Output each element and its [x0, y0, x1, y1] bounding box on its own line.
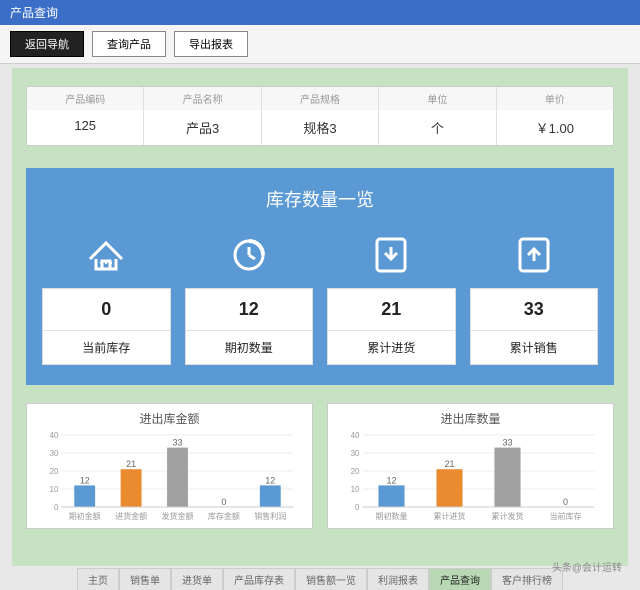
svg-text:20: 20	[351, 467, 360, 476]
back-button[interactable]: 返回导航	[10, 31, 84, 57]
chart-amount-title: 进出库金额	[35, 410, 304, 427]
stock-card-2: 21累计进货	[327, 228, 456, 365]
stock-card-0: 0当前库存	[42, 228, 171, 365]
svg-text:30: 30	[351, 449, 360, 458]
svg-text:10: 10	[351, 485, 360, 494]
svg-text:库存金额: 库存金额	[208, 511, 240, 521]
svg-text:12: 12	[265, 475, 275, 485]
chart-amount-svg: 0 10 20 30 40 12 期初金额 21 进货金额 33 发货金额 0 库存金额 12 销售利润	[35, 429, 304, 521]
svg-text:20: 20	[50, 467, 59, 476]
house-icon	[42, 228, 171, 278]
svg-text:0: 0	[355, 503, 360, 512]
svg-text:30: 30	[50, 449, 59, 458]
field-spec: 产品规格规格3	[262, 87, 379, 145]
card-value: 0	[43, 289, 170, 331]
tab-利润报表[interactable]: 利润报表	[367, 568, 429, 590]
upload-icon	[470, 228, 599, 278]
svg-text:期初数量: 期初数量	[376, 511, 408, 521]
field-unit: 单位个	[379, 87, 496, 145]
charts-row: 进出库金额 0 10 20 30 40 12 期初金额 21 进货金额 33 发货金额 0 库存金额 12…	[26, 403, 614, 529]
card-value: 21	[328, 289, 455, 331]
export-button[interactable]: 导出报表	[174, 31, 248, 57]
tab-产品查询[interactable]: 产品查询	[429, 568, 491, 590]
tab-销售额一览[interactable]: 销售额一览	[295, 568, 367, 590]
titlebar: 产品查询	[0, 0, 640, 25]
svg-text:发货金额: 发货金额	[162, 511, 194, 521]
card-label: 期初数量	[186, 331, 313, 364]
field-code: 产品编码125	[27, 87, 144, 145]
download-icon	[327, 228, 456, 278]
svg-text:0: 0	[563, 497, 568, 507]
sheet-tabs: 主页销售单进货单产品库存表销售额一览利润报表产品查询客户排行榜	[12, 568, 628, 590]
card-label: 累计销售	[471, 331, 598, 364]
tab-产品库存表[interactable]: 产品库存表	[223, 568, 295, 590]
svg-text:33: 33	[172, 438, 182, 448]
panel-title: 库存数量一览	[42, 186, 598, 212]
svg-text:21: 21	[126, 459, 136, 469]
chart-qty: 进出库数量 0 10 20 30 40 12 期初数量 21 累计进货 33 累计发货 0 当前库存	[327, 403, 614, 529]
svg-text:12: 12	[386, 475, 396, 485]
card-label: 累计进货	[328, 331, 455, 364]
svg-text:进货金额: 进货金额	[115, 511, 147, 521]
query-button[interactable]: 查询产品	[92, 31, 166, 57]
svg-text:累计进货: 累计进货	[434, 511, 466, 521]
card-value: 12	[186, 289, 313, 331]
tab-销售单[interactable]: 销售单	[119, 568, 171, 590]
tab-进货单[interactable]: 进货单	[171, 568, 223, 590]
chart-qty-svg: 0 10 20 30 40 12 期初数量 21 累计进货 33 累计发货 0 当前库存	[336, 429, 605, 521]
chart-qty-title: 进出库数量	[336, 410, 605, 427]
stock-card-1: 12期初数量	[185, 228, 314, 365]
svg-text:累计发货: 累计发货	[492, 511, 524, 521]
svg-text:40: 40	[50, 431, 59, 440]
svg-text:21: 21	[444, 459, 454, 469]
product-fields: 产品编码125 产品名称产品3 产品规格规格3 单位个 单价￥1.00	[26, 86, 614, 146]
clock-icon	[185, 228, 314, 278]
chart-amount: 进出库金额 0 10 20 30 40 12 期初金额 21 进货金额 33 发货金额 0 库存金额 12…	[26, 403, 313, 529]
toolbar: 返回导航 查询产品 导出报表	[0, 25, 640, 64]
svg-text:销售利润: 销售利润	[254, 511, 286, 521]
source-label: 头条@会计运转	[552, 559, 622, 574]
svg-text:40: 40	[351, 431, 360, 440]
window-title: 产品查询	[10, 6, 58, 20]
field-price: 单价￥1.00	[497, 87, 613, 145]
card-value: 33	[471, 289, 598, 331]
field-name: 产品名称产品3	[144, 87, 261, 145]
svg-text:0: 0	[54, 503, 59, 512]
stock-card-3: 33累计销售	[470, 228, 599, 365]
svg-text:33: 33	[502, 438, 512, 448]
svg-text:期初金额: 期初金额	[69, 511, 101, 521]
svg-text:12: 12	[80, 475, 90, 485]
svg-text:当前库存: 当前库存	[550, 511, 582, 521]
page: 产品编码125 产品名称产品3 产品规格规格3 单位个 单价￥1.00 库存数量…	[12, 68, 628, 566]
tab-主页[interactable]: 主页	[77, 568, 119, 590]
card-label: 当前库存	[43, 331, 170, 364]
stock-cards: 0当前库存12期初数量21累计进货33累计销售	[42, 228, 598, 365]
svg-text:10: 10	[50, 485, 59, 494]
stock-panel: 库存数量一览 0当前库存12期初数量21累计进货33累计销售	[26, 168, 614, 385]
svg-text:0: 0	[221, 497, 226, 507]
